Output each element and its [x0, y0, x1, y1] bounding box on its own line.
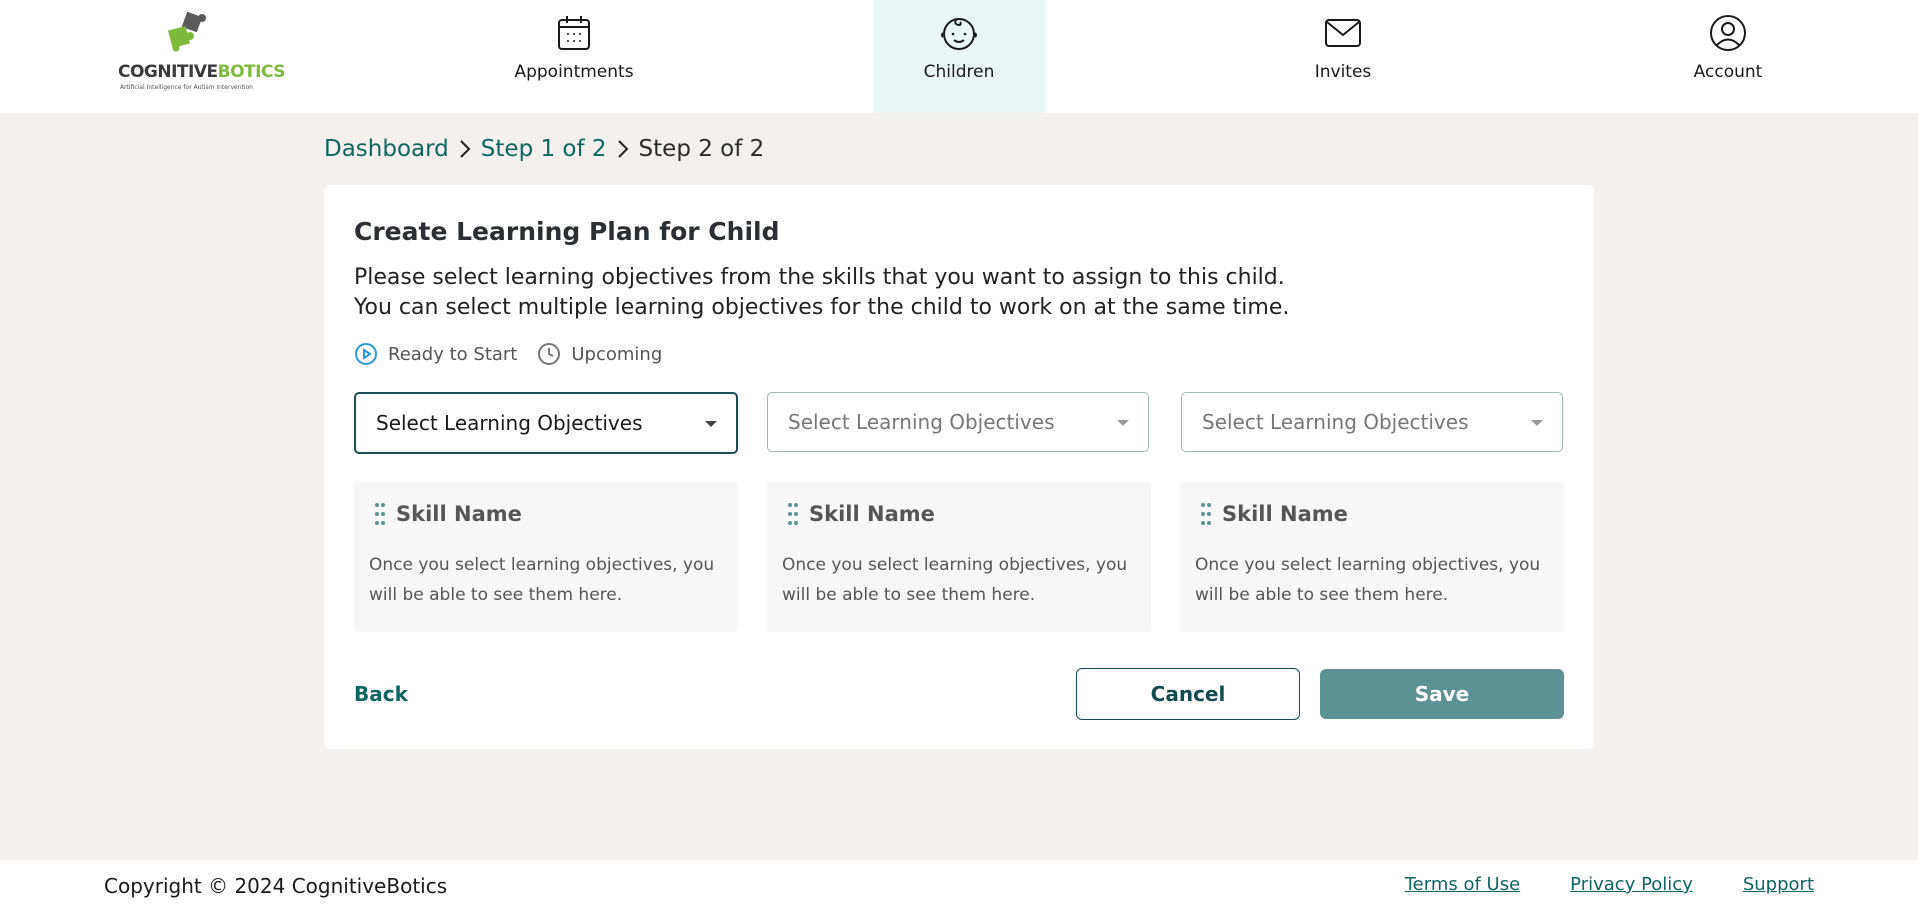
legend-ready-label: Ready to Start: [388, 343, 518, 365]
nav-item-appointments[interactable]: Appointments: [488, 0, 660, 113]
legend-ready: Ready to Start: [354, 342, 517, 366]
breadcrumb: Dashboard Step 1 of 2 Step 2 of 2: [324, 133, 764, 165]
legend-upcoming: Upcoming: [537, 342, 662, 366]
skill-name: Skill Name: [396, 502, 522, 526]
puzzle-logo-icon: [167, 12, 206, 52]
child-face-icon: [941, 18, 977, 50]
play-circle-icon: [355, 343, 377, 365]
drag-handle-icon[interactable]: [787, 502, 799, 526]
caret-down-icon: [1117, 420, 1129, 426]
clock-icon: [538, 343, 561, 365]
nav-label-children: Children: [923, 62, 995, 82]
legend-upcoming-label: Upcoming: [571, 343, 663, 365]
footer-links: Terms of Use Privacy Policy Support: [1355, 874, 1814, 895]
nav-label-invites: Invites: [1314, 62, 1372, 82]
copyright-text: Copyright © 2024 CognitiveBotics: [104, 874, 448, 898]
nav-item-account[interactable]: Account: [1642, 0, 1814, 113]
support-link[interactable]: Support: [1743, 874, 1814, 895]
nav-item-children[interactable]: Children: [873, 0, 1045, 113]
brand-name-part1: COGNITIVE: [118, 62, 218, 82]
description-line-2: You can select multiple learning objecti…: [354, 295, 1290, 320]
objective-selects: Select Learning Objectives Select Learni…: [354, 392, 1564, 454]
nav-label-appointments: Appointments: [514, 62, 634, 82]
skill-empty-message: Once you select learning objectives, you…: [1195, 555, 1541, 605]
caret-down-icon: [705, 421, 717, 427]
terms-of-use-link[interactable]: Terms of Use: [1405, 874, 1520, 895]
cognitivebotics-logo[interactable]: COGNITIVEBOTICS Artificial Intelligence …: [112, 12, 286, 96]
drag-handle-icon[interactable]: [374, 502, 386, 526]
cancel-button[interactable]: Cancel: [1076, 668, 1300, 720]
calendar-icon: [558, 16, 590, 50]
skill-column-3: Skill Name Once you select learning obje…: [1180, 482, 1564, 632]
learning-objectives-select-2[interactable]: Select Learning Objectives: [767, 392, 1149, 452]
back-link[interactable]: Back: [354, 682, 408, 706]
breadcrumb-step-2: Step 2 of 2: [638, 136, 765, 162]
page-title: Create Learning Plan for Child: [354, 217, 780, 246]
top-navigation-bar: COGNITIVEBOTICS Artificial Intelligence …: [0, 0, 1918, 113]
drag-handle-icon[interactable]: [1200, 502, 1212, 526]
breadcrumb-step-1[interactable]: Step 1 of 2: [481, 136, 607, 162]
skill-name: Skill Name: [1222, 502, 1348, 526]
breadcrumb-dashboard[interactable]: Dashboard: [324, 136, 449, 162]
description-line-1: Please select learning objectives from t…: [354, 265, 1285, 290]
select-value: Select Learning Objectives: [788, 410, 1055, 434]
envelope-icon: [1325, 19, 1361, 47]
save-button[interactable]: Save: [1320, 669, 1564, 719]
chevron-right-icon: [617, 139, 629, 159]
learning-plan-card: Create Learning Plan for Child Please se…: [324, 185, 1594, 749]
nav-item-invites[interactable]: Invites: [1257, 0, 1429, 113]
skill-name: Skill Name: [809, 502, 935, 526]
skill-empty-message: Once you select learning objectives, you…: [782, 555, 1128, 605]
privacy-policy-link[interactable]: Privacy Policy: [1570, 874, 1693, 895]
learning-objectives-select-1[interactable]: Select Learning Objectives: [354, 392, 738, 454]
status-legend: Ready to Start Upcoming: [354, 342, 682, 366]
nav-label-account: Account: [1693, 62, 1763, 82]
skill-column-2: Skill Name Once you select learning obje…: [767, 482, 1151, 632]
page-description: Please select learning objectives from t…: [354, 263, 1289, 323]
skill-empty-message: Once you select learning objectives, you…: [369, 555, 715, 605]
brand-name-part2: BOTICS: [217, 62, 286, 82]
footer: Copyright © 2024 CognitiveBotics Terms o…: [0, 860, 1918, 907]
learning-objectives-select-3[interactable]: Select Learning Objectives: [1181, 392, 1563, 452]
user-circle-icon: [1710, 15, 1746, 51]
chevron-right-icon: [459, 139, 471, 159]
caret-down-icon: [1531, 420, 1543, 426]
skill-column-1: Skill Name Once you select learning obje…: [354, 482, 738, 632]
select-value: Select Learning Objectives: [1202, 410, 1469, 434]
brand-tagline: Artificial Intelligence for Autism Inter…: [120, 84, 253, 91]
brand-wordmark: COGNITIVEBOTICS: [118, 62, 286, 82]
select-value: Select Learning Objectives: [376, 411, 643, 435]
